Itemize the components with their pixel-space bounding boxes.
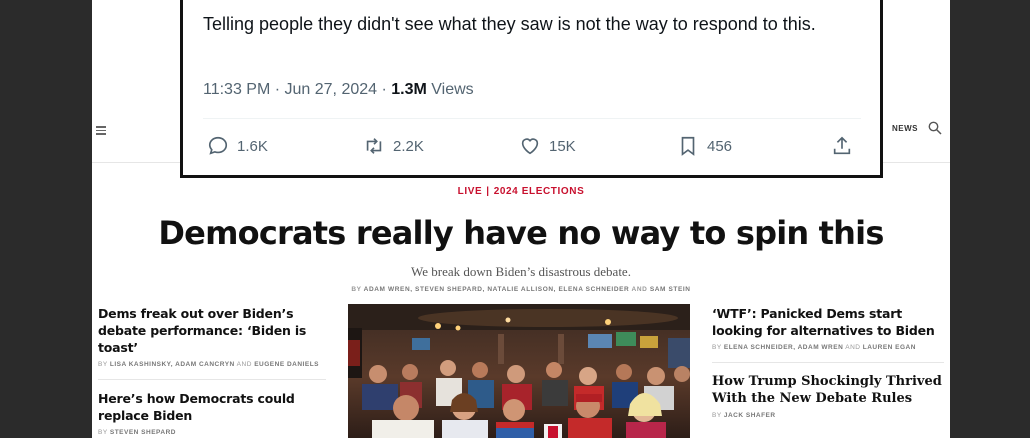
eyebrow-topic-link[interactable]: 2024 ELECTIONS xyxy=(494,186,585,197)
watch-party-photo xyxy=(348,304,690,438)
left-story[interactable]: Dems freak out over Biden’s debate perfo… xyxy=(98,305,326,369)
byline-last-name[interactable]: EUGENE DANIELS xyxy=(254,361,319,368)
repost-button[interactable]: 2.2K xyxy=(363,135,424,157)
article-eyebrow: LIVE | 2024 ELECTIONS xyxy=(92,186,950,197)
main-byline: BY ADAM WREN, STEVEN SHEPARD, NATALIE AL… xyxy=(92,286,950,293)
tweet-text: Telling people they didn't see what they… xyxy=(203,14,816,34)
right-backdrop xyxy=(950,0,1030,438)
byline-by: BY xyxy=(712,412,724,419)
right-story-column: ‘WTF’: Panicked Dems start looking for a… xyxy=(712,305,944,430)
byline-by: BY xyxy=(351,286,364,293)
reply-button[interactable]: 1.6K xyxy=(207,135,268,157)
story-byline: BY ELENA SCHNEIDER, ADAM WREN AND LAUREN… xyxy=(712,343,944,352)
story-byline: BY STEVEN SHEPARD xyxy=(98,428,326,437)
story-title[interactable]: Here’s how Democrats could replace Biden xyxy=(98,390,326,424)
left-story-column: Dems freak out over Biden’s debate perfo… xyxy=(98,305,326,438)
nav-news-link[interactable]: NEWS xyxy=(892,124,918,133)
left-story[interactable]: Here’s how Democrats could replace Biden… xyxy=(98,390,326,437)
right-story[interactable]: ‘WTF’: Panicked Dems start looking for a… xyxy=(712,305,944,352)
tweet-card: Telling people they didn't see what they… xyxy=(180,0,883,178)
story-title[interactable]: Dems freak out over Biden’s debate perfo… xyxy=(98,305,326,356)
reply-count: 1.6K xyxy=(237,137,268,155)
byline-by: BY xyxy=(98,361,110,368)
eyebrow-separator: | xyxy=(486,186,490,197)
article-dek: We break down Biden’s disastrous debate. xyxy=(411,264,631,279)
tweet-views-count: 1.3M xyxy=(391,81,427,98)
left-backdrop xyxy=(0,0,92,438)
share-button[interactable] xyxy=(831,135,853,157)
byline-by: BY xyxy=(98,429,110,436)
byline-names[interactable]: ADAM WREN, STEVEN SHEPARD, NATALIE ALLIS… xyxy=(364,286,630,293)
tweet-timestamp[interactable]: 11:33 PM · Jun 27, 2024 · xyxy=(203,81,391,98)
story-title[interactable]: How Trump Shockingly Thrived With the Ne… xyxy=(712,373,944,407)
lead-photo[interactable] xyxy=(348,304,690,438)
bookmark-count: 456 xyxy=(707,137,733,155)
heart-icon xyxy=(521,138,539,155)
story-divider xyxy=(98,379,326,380)
byline-names[interactable]: JACK SHAFER xyxy=(724,412,776,419)
right-story[interactable]: How Trump Shockingly Thrived With the Ne… xyxy=(712,373,944,420)
byline-and: AND xyxy=(234,361,255,368)
hamburger-icon[interactable] xyxy=(96,124,106,137)
story-byline: BY LISA KASHINSKY, ADAM CANCRYN AND EUGE… xyxy=(98,360,326,369)
story-divider xyxy=(712,362,944,363)
byline-and: AND xyxy=(843,344,863,351)
byline-by: BY xyxy=(712,344,724,351)
byline-names[interactable]: STEVEN SHEPARD xyxy=(110,429,176,436)
byline-last-name[interactable]: LAUREN EGAN xyxy=(863,344,916,351)
bookmark-button[interactable]: 456 xyxy=(677,135,732,157)
reply-icon xyxy=(208,136,228,155)
bookmark-icon xyxy=(681,136,695,156)
top-nav-right: NEWS xyxy=(892,121,942,135)
byline-last-name[interactable]: SAM STEIN xyxy=(650,286,691,293)
main-headline[interactable]: Democrats really have no way to spin thi… xyxy=(92,214,950,252)
like-button[interactable]: 15K xyxy=(519,135,576,157)
tweet-views-label: Views xyxy=(426,81,474,98)
search-icon[interactable] xyxy=(928,121,942,135)
like-count: 15K xyxy=(549,137,576,155)
live-label: LIVE xyxy=(457,186,483,197)
tweet-meta: 11:33 PM · Jun 27, 2024 · 1.3M Views xyxy=(203,81,474,99)
repost-icon xyxy=(366,138,382,154)
byline-names[interactable]: LISA KASHINSKY, ADAM CANCRYN xyxy=(110,361,235,368)
repost-count: 2.2K xyxy=(393,137,424,155)
story-byline: BY JACK SHAFER xyxy=(712,411,944,420)
byline-names[interactable]: ELENA SCHNEIDER, ADAM WREN xyxy=(724,344,843,351)
tweet-actions: 1.6K 2.2K 15K 456 xyxy=(203,135,863,161)
share-icon xyxy=(833,136,851,155)
byline-and: AND xyxy=(629,286,650,293)
story-title[interactable]: ‘WTF’: Panicked Dems start looking for a… xyxy=(712,305,944,339)
tweet-divider xyxy=(203,118,861,119)
